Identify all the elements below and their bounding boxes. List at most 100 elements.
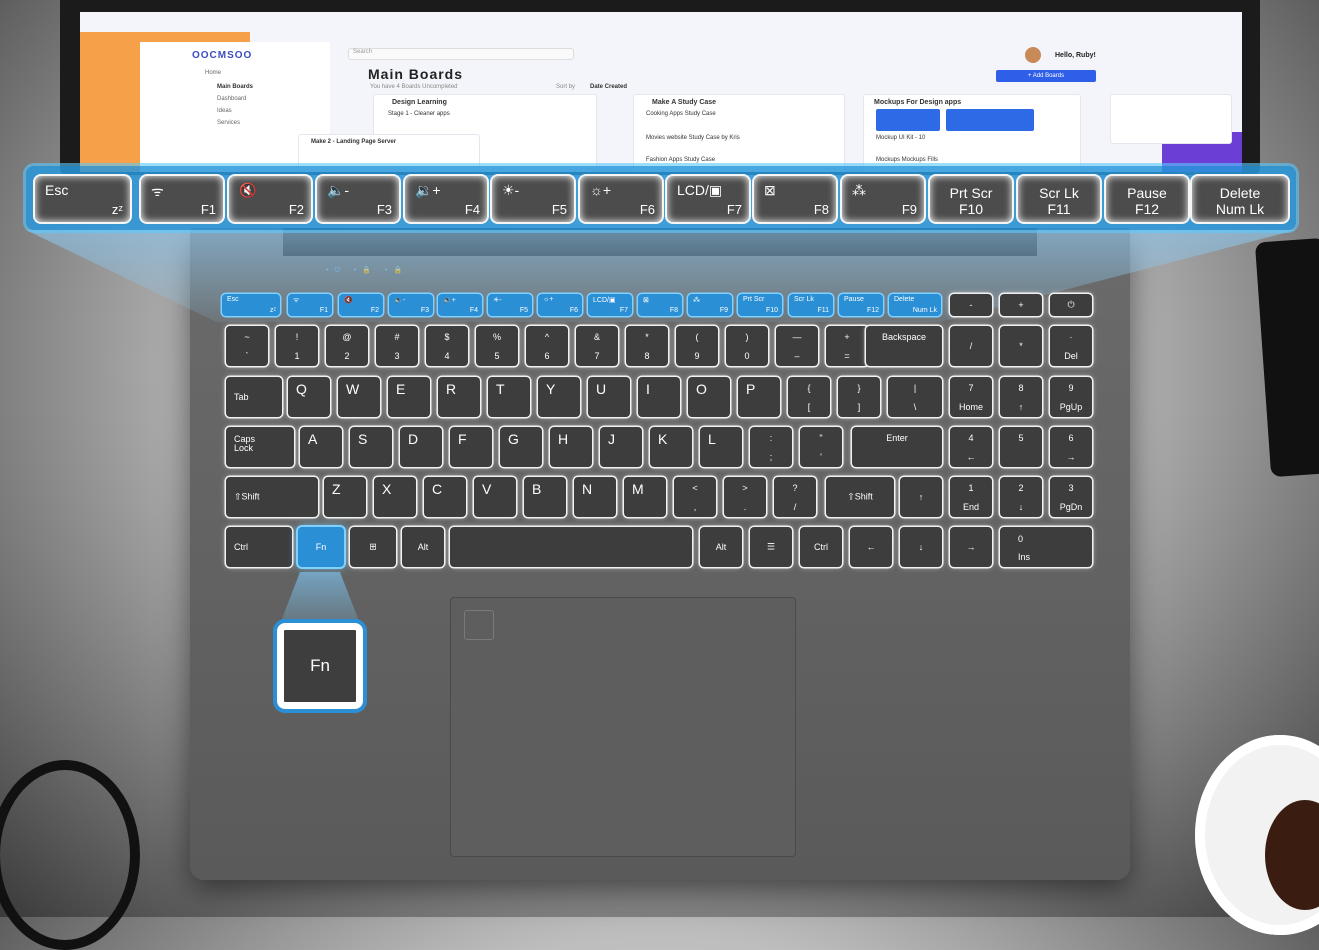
numpad-9[interactable]: 9 PgUp	[1050, 377, 1092, 417]
fn-key[interactable]: Fn	[298, 527, 344, 567]
nav-item-services[interactable]: Services	[217, 120, 240, 126]
key-punct2-2[interactable]: ? /	[774, 477, 816, 517]
arrow-down-key[interactable]: ↓	[900, 527, 942, 567]
numpad-5[interactable]: 5	[1000, 427, 1042, 467]
fn-row-key-10[interactable]: Prt Scr F10	[738, 294, 782, 316]
windows-key[interactable]: ⊞	[350, 527, 396, 567]
key-punct-0[interactable]: :;	[750, 427, 792, 467]
numpad-3[interactable]: 3 PgDn	[1050, 477, 1092, 517]
key-k[interactable]: K	[650, 427, 692, 467]
key-h[interactable]: H	[550, 427, 592, 467]
key-x[interactable]: X	[374, 477, 416, 517]
key-g[interactable]: G	[500, 427, 542, 467]
menu-key[interactable]: ☰	[750, 527, 792, 567]
key-j[interactable]: J	[600, 427, 642, 467]
key-punct2-0[interactable]: <,	[674, 477, 716, 517]
fingerprint-sensor[interactable]	[464, 610, 494, 640]
backspace-key[interactable]: Backspace	[866, 326, 942, 366]
key-i[interactable]: I	[638, 377, 680, 417]
numpad-key-1[interactable]: *	[1000, 326, 1042, 366]
fn-row-plus-key[interactable]: +	[1000, 294, 1042, 316]
nav-item-home[interactable]: Home	[205, 70, 221, 76]
screen-card-study-case[interactable]: Make A Study Case Cooking Apps Study Cas…	[633, 94, 845, 172]
touchpad[interactable]	[450, 597, 796, 857]
key-e[interactable]: E	[388, 377, 430, 417]
arrow-right-key[interactable]: →	[950, 527, 992, 567]
fn-row-key-2[interactable]: 🔇 F2	[339, 294, 383, 316]
screen-sort-value[interactable]: Date Created	[590, 84, 627, 90]
key-v[interactable]: V	[474, 477, 516, 517]
fn-row-key-9[interactable]: ⁂ F9	[688, 294, 732, 316]
spacebar[interactable]	[450, 527, 692, 567]
numpad-0-key[interactable]: 0 Ins	[1000, 527, 1092, 567]
key-=[interactable]: + =	[826, 326, 868, 366]
key-bracket-1[interactable]: }]	[838, 377, 880, 417]
fn-row-key-6[interactable]: ☼+ F6	[538, 294, 582, 316]
key-d[interactable]: D	[400, 427, 442, 467]
key-9[interactable]: (9	[676, 326, 718, 366]
right-shift-key[interactable]: ⇧Shift	[826, 477, 894, 517]
numpad-6[interactable]: 6 →	[1050, 427, 1092, 467]
numpad-8[interactable]: 8 ↑	[1000, 377, 1042, 417]
key-b[interactable]: B	[524, 477, 566, 517]
fn-row-key-4[interactable]: 🔉+ F4	[438, 294, 482, 316]
key-y[interactable]: Y	[538, 377, 580, 417]
fn-row-power-key[interactable]: ⏻	[1050, 294, 1092, 316]
key-–[interactable]: — –	[776, 326, 818, 366]
numpad-key-0[interactable]: /	[950, 326, 992, 366]
key-o[interactable]: O	[688, 377, 730, 417]
fn-row-key-11[interactable]: Scr Lk F11	[789, 294, 833, 316]
right-ctrl-key[interactable]: Ctrl	[800, 527, 842, 567]
fn-row-key-5[interactable]: ☀- F5	[488, 294, 532, 316]
nav-item-dashboard[interactable]: Dashboard	[217, 96, 246, 102]
fn-row-key-8[interactable]: ⊠ F8	[638, 294, 682, 316]
right-alt-key[interactable]: Alt	[700, 527, 742, 567]
left-ctrl-key[interactable]: Ctrl	[226, 527, 292, 567]
key-r[interactable]: R	[438, 377, 480, 417]
tab-key[interactable]: Tab	[226, 377, 282, 417]
fn-row-key-0[interactable]: Esc zᶻ	[222, 294, 280, 316]
numpad-key-2[interactable]: · Del	[1050, 326, 1092, 366]
key-s[interactable]: S	[350, 427, 392, 467]
screen-add-boards-button[interactable]: + Add Boards	[996, 70, 1096, 82]
key-punct-1[interactable]: " '	[800, 427, 842, 467]
key-4[interactable]: $4	[426, 326, 468, 366]
key-3[interactable]: #3	[376, 326, 418, 366]
screen-avatar[interactable]	[1025, 47, 1041, 63]
key-c[interactable]: C	[424, 477, 466, 517]
nav-item-ideas[interactable]: Ideas	[217, 108, 232, 114]
key-u[interactable]: U	[588, 377, 630, 417]
fn-row-minus-key[interactable]: -	[950, 294, 992, 316]
key-`[interactable]: ~ `	[226, 326, 268, 366]
arrow-left-key[interactable]: ←	[850, 527, 892, 567]
key-p[interactable]: P	[738, 377, 780, 417]
numpad-4[interactable]: 4 ←	[950, 427, 992, 467]
fn-row-key-12[interactable]: Pause F12	[839, 294, 883, 316]
left-alt-key[interactable]: Alt	[402, 527, 444, 567]
enter-key[interactable]: Enter	[852, 427, 942, 467]
key-n[interactable]: N	[574, 477, 616, 517]
nav-item-main-boards[interactable]: Main Boards	[217, 84, 253, 90]
fn-row-key-3[interactable]: 🔈- F3	[389, 294, 433, 316]
numpad-1[interactable]: 1 End	[950, 477, 992, 517]
key-z[interactable]: Z	[324, 477, 366, 517]
key-m[interactable]: M	[624, 477, 666, 517]
arrow-up-key[interactable]: ↑	[900, 477, 942, 517]
key-0[interactable]: ) 0	[726, 326, 768, 366]
key-6[interactable]: ^ 6	[526, 326, 568, 366]
caps-lock-key[interactable]: Caps Lock	[226, 427, 294, 467]
numpad-2[interactable]: 2 ↓	[1000, 477, 1042, 517]
key-bracket-0[interactable]: {[	[788, 377, 830, 417]
key-5[interactable]: % 5	[476, 326, 518, 366]
fn-row-key-1[interactable]: ᯤ F1	[288, 294, 332, 316]
key-w[interactable]: W	[338, 377, 380, 417]
key-2[interactable]: @2	[326, 326, 368, 366]
fn-row-key-7[interactable]: LCD/▣ F7	[588, 294, 632, 316]
screen-search-input[interactable]: Search	[348, 48, 574, 60]
key-f[interactable]: F	[450, 427, 492, 467]
screen-card-mockups[interactable]: Mockups For Design apps Mockup UI Kit - …	[863, 94, 1081, 172]
key-bracket-2[interactable]: | \	[888, 377, 942, 417]
left-shift-key[interactable]: ⇧Shift	[226, 477, 318, 517]
key-a[interactable]: A	[300, 427, 342, 467]
screen-card-partial[interactable]	[1110, 94, 1232, 144]
